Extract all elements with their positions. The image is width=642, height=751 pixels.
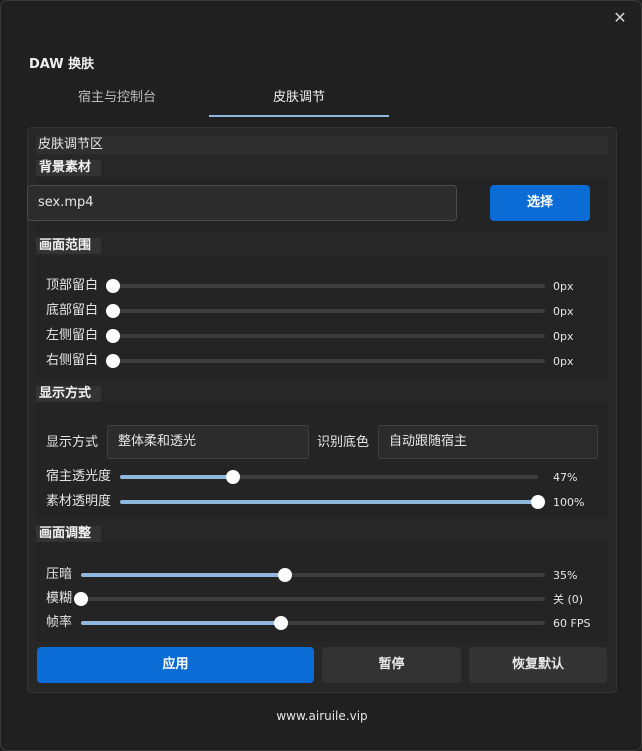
region-title: 皮肤调节区 [36,136,608,154]
range-label: 顶部留白 [46,278,99,293]
display-mode-select[interactable]: 整体柔和透光 [107,425,309,459]
range-value: 0px [553,280,574,293]
reset-default-button[interactable]: 恢复默认 [469,647,607,683]
apply-button[interactable]: 应用 [37,647,314,683]
range-section-header: 画面范围 [36,238,608,254]
display-row: 素材透明度 100% [46,492,613,512]
background-section-header: 背景素材 [36,160,608,176]
display-mode-label-row: 显示方式 [46,433,116,453]
adjust-slider-handle[interactable] [74,592,88,606]
range-section-label: 画面范围 [36,238,102,254]
adjust-section-header: 画面调整 [36,526,608,542]
range-row: 底部留白 0px [46,301,613,321]
base-color-label: 识别底色 [317,435,370,450]
base-color-label-row: 识别底色 [317,433,387,453]
adjust-value: 关 (0) [553,593,584,606]
display-slider-handle[interactable] [225,470,240,484]
adjust-row: 模糊 关 (0) [46,589,613,609]
display-slider-handle[interactable] [531,495,545,509]
display-section-label: 显示方式 [36,386,102,402]
background-file-field[interactable]: sex.mp4 [27,185,457,221]
display-label: 素材透明度 [46,494,112,509]
range-label: 右侧留白 [46,353,99,368]
range-slider-handle[interactable] [106,279,120,293]
range-slider[interactable] [106,354,545,368]
range-value: 0px [553,330,574,343]
adjust-section-label: 画面调整 [36,526,102,542]
range-row: 左侧留白 0px [46,326,613,346]
display-slider[interactable] [120,470,538,484]
display-slider-fill [120,475,233,479]
adjust-slider-fill [81,573,286,577]
adjust-label: 帧率 [46,615,73,630]
display-slider-fill [120,500,538,504]
close-icon[interactable]: ✕ [609,7,631,29]
display-mode-label: 显示方式 [46,435,99,450]
range-slider-handle[interactable] [106,329,120,343]
adjust-value: 35% [553,569,578,582]
range-slider[interactable] [106,304,545,318]
display-value: 100% [553,496,585,509]
window-title: DAW 换肤 [29,57,95,72]
tab-bar: 宿主与控制台 皮肤调节 [27,85,617,117]
range-slider[interactable] [106,279,545,293]
range-label: 左侧留白 [46,328,99,343]
adjust-row: 帧率 60 FPS [46,613,613,633]
range-slider[interactable] [106,329,545,343]
adjust-slider[interactable] [74,592,545,606]
adjust-value: 60 FPS [553,617,591,630]
display-row: 宿主透光度 47% [46,467,613,487]
base-color-select[interactable]: 自动跟随宿主 [378,425,598,459]
adjust-slider[interactable] [81,568,545,582]
select-file-button[interactable]: 选择 [490,185,590,221]
adjust-slider-fill [81,621,281,625]
adjust-label: 压暗 [46,567,73,582]
display-slider[interactable] [120,495,545,509]
range-row: 右侧留白 0px [46,351,613,371]
range-label: 底部留白 [46,303,99,318]
display-section-header: 显示方式 [36,386,608,402]
range-value: 0px [553,305,574,318]
range-value: 0px [553,355,574,368]
footer-url: www.airuile.vip [276,709,368,723]
adjust-slider-handle[interactable] [273,616,288,630]
background-section-label: 背景素材 [36,160,102,176]
tab-host-console[interactable]: 宿主与控制台 [47,85,187,117]
display-value: 47% [553,471,578,484]
range-slider-handle[interactable] [106,354,120,368]
adjust-row: 压暗 35% [46,565,613,585]
range-row: 顶部留白 0px [46,276,613,296]
pause-button[interactable]: 暂停 [322,647,461,683]
display-label: 宿主透光度 [46,469,112,484]
adjust-slider-handle[interactable] [278,568,293,582]
adjust-label: 模糊 [46,591,73,606]
tab-skin-adjust[interactable]: 皮肤调节 [209,85,389,117]
adjust-slider[interactable] [81,616,545,630]
range-slider-handle[interactable] [106,304,120,318]
app-window: ✕ DAW 换肤 宿主与控制台 皮肤调节 皮肤调节区 背景素材 画面范围 显示方… [0,0,642,751]
